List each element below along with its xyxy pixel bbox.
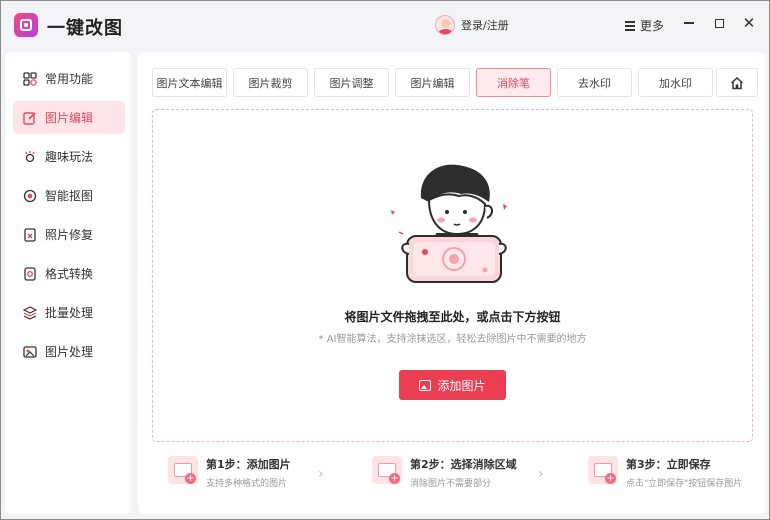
chevron-right-icon: › bbox=[538, 466, 544, 482]
sidebar-item-label: 照片修复 bbox=[45, 228, 94, 242]
tab-image-edit[interactable]: 图片编辑 bbox=[395, 68, 470, 97]
step-title: 第3步：立即保存 bbox=[626, 458, 711, 471]
dropzone-title: 将图片文件拖拽至此处，或点击下方按钮 bbox=[344, 310, 561, 324]
add-image-button[interactable]: 添加图片 bbox=[399, 370, 506, 400]
login-button[interactable]: 登录/注册 bbox=[435, 15, 509, 35]
sidebar-item-convert[interactable]: 格式转换 bbox=[13, 257, 125, 290]
save-step-icon bbox=[588, 456, 618, 484]
sidebar-item-common[interactable]: 常用功能 bbox=[13, 62, 125, 95]
image-icon bbox=[23, 345, 37, 359]
image-icon bbox=[419, 379, 432, 391]
sidebar-item-cutout[interactable]: 智能抠图 bbox=[13, 179, 125, 212]
convert-icon bbox=[23, 266, 37, 281]
close-icon: ✕ bbox=[742, 14, 756, 32]
minimize-button[interactable] bbox=[681, 15, 697, 31]
maximize-button[interactable] bbox=[711, 15, 727, 31]
sidebar-item-label: 批量处理 bbox=[45, 306, 94, 320]
sidebar-item-image-process[interactable]: 图片处理 bbox=[13, 335, 125, 368]
menu-icon bbox=[625, 21, 635, 31]
avatar-icon bbox=[435, 15, 455, 35]
tab-remove-watermark[interactable]: 去水印 bbox=[557, 68, 632, 97]
boy-with-photo-illustration bbox=[391, 164, 507, 283]
image-dropzone[interactable]: 将图片文件拖拽至此处，或点击下方按钮 * AI智能算法，支持涂抹选区，轻松去除图… bbox=[152, 109, 753, 442]
sidebar-item-label: 智能抠图 bbox=[45, 189, 94, 203]
app-title: 一键改图 bbox=[47, 18, 123, 39]
minimize-icon bbox=[684, 22, 694, 24]
dropzone-subtitle: * AI智能算法，支持涂抹选区，轻松去除图片中不需要的地方 bbox=[318, 334, 587, 345]
select-area-step-icon bbox=[372, 456, 402, 484]
step-title: 第2步：选择消除区域 bbox=[410, 458, 517, 471]
step-1: 第1步：添加图片 支持多种格式的图片 bbox=[168, 456, 291, 489]
main-panel: 图片文本编辑 图片裁剪 图片调整 图片编辑 消除笔 去水印 加水印 将图片文件拖… bbox=[138, 52, 765, 514]
step-2: 第2步：选择消除区域 消除图片不需要部分 bbox=[372, 456, 517, 489]
sidebar-item-label: 图片编辑 bbox=[45, 111, 94, 125]
tab-adjust[interactable]: 图片调整 bbox=[314, 68, 389, 97]
tab-image-text-edit[interactable]: 图片文本编辑 bbox=[152, 68, 227, 97]
edit-icon bbox=[23, 111, 37, 125]
sidebar-item-repair[interactable]: 照片修复 bbox=[13, 218, 125, 251]
app-window: 一键改图 登录/注册 更多 ✕ 常用功能 图片编辑 趣味玩法 智能抠图 照片修复… bbox=[0, 0, 770, 520]
step-desc: 支持多种格式的图片 bbox=[206, 479, 288, 489]
app-logo-icon bbox=[14, 13, 38, 37]
sparkle-icon bbox=[23, 150, 37, 164]
more-menu-button[interactable]: 更多 bbox=[625, 17, 664, 34]
chevron-right-icon: › bbox=[318, 466, 324, 482]
tab-crop[interactable]: 图片裁剪 bbox=[233, 68, 308, 97]
add-image-step-icon bbox=[168, 456, 198, 484]
sidebar-item-label: 常用功能 bbox=[45, 72, 94, 86]
more-label: 更多 bbox=[640, 19, 665, 33]
sidebar-item-batch[interactable]: 批量处理 bbox=[13, 296, 125, 329]
step-title: 第1步：添加图片 bbox=[206, 458, 291, 471]
home-button[interactable] bbox=[716, 68, 758, 97]
step-3: 第3步：立即保存 点击"立即保存"按钮保存图片 bbox=[588, 456, 742, 489]
add-image-label: 添加图片 bbox=[437, 378, 486, 393]
sidebar-item-label: 趣味玩法 bbox=[45, 150, 94, 164]
sidebar-item-label: 图片处理 bbox=[45, 345, 94, 359]
sidebar-item-label: 格式转换 bbox=[45, 267, 94, 281]
grid-icon bbox=[23, 71, 37, 86]
sidebar-item-fun[interactable]: 趣味玩法 bbox=[13, 140, 125, 173]
tab-eraser[interactable]: 消除笔 bbox=[476, 68, 551, 97]
steps-bar: 第1步：添加图片 支持多种格式的图片 › 第2步：选择消除区域 消除图片不需要部… bbox=[168, 456, 748, 496]
step-desc: 点击"立即保存"按钮保存图片 bbox=[626, 479, 743, 489]
repair-icon bbox=[23, 227, 37, 242]
maximize-icon bbox=[714, 18, 724, 28]
tab-add-watermark[interactable]: 加水印 bbox=[638, 68, 713, 97]
home-icon bbox=[730, 76, 744, 89]
sidebar-item-image-edit[interactable]: 图片编辑 bbox=[13, 101, 125, 134]
close-button[interactable]: ✕ bbox=[741, 14, 757, 32]
tab-bar: 图片文本编辑 图片裁剪 图片调整 图片编辑 消除笔 去水印 加水印 bbox=[152, 68, 713, 97]
sidebar: 常用功能 图片编辑 趣味玩法 智能抠图 照片修复 格式转换 批量处理 图片处理 bbox=[5, 52, 131, 514]
cutout-icon bbox=[23, 189, 37, 203]
step-desc: 消除图片不需要部分 bbox=[410, 479, 492, 489]
layers-icon bbox=[23, 305, 37, 320]
title-bar: 一键改图 登录/注册 更多 ✕ bbox=[1, 1, 769, 51]
login-label: 登录/注册 bbox=[461, 19, 509, 32]
